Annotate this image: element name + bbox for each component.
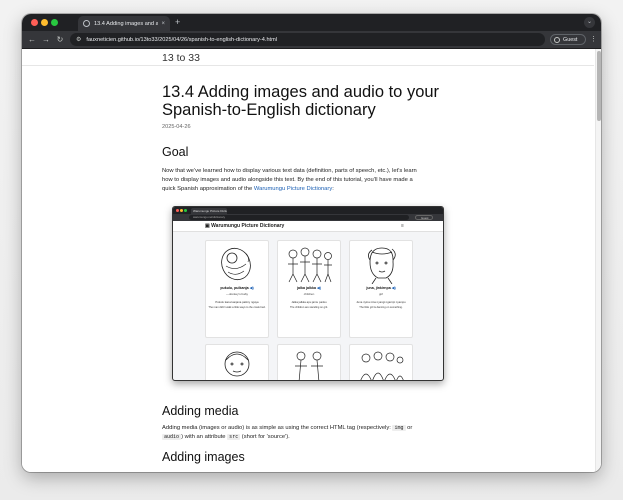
children-drawing-icon <box>288 247 332 283</box>
screenshot-app-bar: ▣ Warumungu Picture Dictionary ≡ <box>173 221 443 232</box>
adding-media-heading: Adding media <box>162 404 239 418</box>
page-scrollbar[interactable] <box>595 49 601 472</box>
card-example: Jalka jalkka apu jarnu panku <box>291 300 327 304</box>
card-word-text: juna, jinkirnpa <box>366 286 391 290</box>
reload-button[interactable]: ↻ <box>55 34 65 46</box>
girl-drawing-icon <box>368 247 396 284</box>
article: 13.4 Adding images and audio to your Spa… <box>162 83 457 381</box>
globe-icon <box>83 20 90 27</box>
post-date: 2025-04-26 <box>162 124 191 130</box>
code-src: src <box>227 434 241 440</box>
profile-label: Guest <box>563 36 578 43</box>
page-viewport: 13 to 33 13.4 Adding images and audio to… <box>22 49 601 472</box>
screenshot-light-green <box>184 209 187 212</box>
media-line-1: Adding media (images or audio) is as sim… <box>162 425 393 431</box>
goal-line-3-end: : <box>332 186 334 192</box>
page-title: 13.4 Adding images and audio to your Spa… <box>162 83 457 119</box>
screenshot-guest: Guest <box>415 215 433 220</box>
dictionary-card <box>349 344 413 380</box>
goal-line-3-text: quick Spanish approximation of the <box>162 186 254 192</box>
browser-window: 13.4 Adding images and aud × + ⌄ ← → ↻ ⚙… <box>22 14 601 472</box>
site-title-link[interactable]: 13 to 33 <box>162 52 200 64</box>
goal-paragraph: Now that we’ve learned how to display va… <box>162 167 457 194</box>
card-word-text: jalka jalkka <box>297 286 316 290</box>
dictionary-card <box>205 344 269 380</box>
dictionary-card: jalka jalkka ◀) children Jalka jalkka ap… <box>277 240 341 338</box>
url-text[interactable]: fauxneticien.github.io/13to33/2025/04/26… <box>86 37 277 43</box>
tab-search-button[interactable]: ⌄ <box>584 17 595 28</box>
boy-drawing-icon <box>224 351 250 377</box>
dictionary-card: pukulu, pulkanja ◀) —donkey's baby Pukul… <box>205 240 269 338</box>
card-word: jalka jalkka ◀) <box>278 286 340 290</box>
card-example-translation: The children are standing on grit. <box>290 306 328 309</box>
dictionary-card: juna, jinkirnpa ◀) girl Juna nyina nina … <box>349 240 413 338</box>
baby-drawing-icon <box>221 247 251 281</box>
goal-line-1: Now that we’ve learned how to display va… <box>162 168 417 174</box>
screenshot-app-title-text: Warumungu Picture Dictionary <box>211 223 285 229</box>
profile-button[interactable]: Guest <box>550 34 586 45</box>
forward-button[interactable]: → <box>41 34 51 46</box>
card-word-text: pukulu, pulkanja <box>220 286 249 290</box>
person-icon <box>554 36 560 43</box>
adding-media-section: Adding media Adding media (images or aud… <box>162 404 462 464</box>
scrollbar-thumb[interactable] <box>597 51 601 121</box>
screenshot-app-title: ▣ Warumungu Picture Dictionary <box>205 223 284 229</box>
card-example: Pukulu kana kanjana pakiny ngaya <box>215 300 259 304</box>
card-gloss: children <box>303 292 315 296</box>
card-word: pukulu, pulkanja ◀) <box>206 286 268 290</box>
tab-title: 13.4 Adding images and aud <box>94 20 159 27</box>
desktop-background: 13.4 Adding images and aud × + ⌄ ← → ↻ ⚙… <box>0 0 623 500</box>
dictionary-card <box>277 344 341 380</box>
media-line-2-end: (short for 'source'). <box>240 434 290 440</box>
screenshot-tab-strip: Warumungu Picture Dictionary <box>173 207 443 214</box>
adding-media-paragraph: Adding media (images or audio) is as sim… <box>162 424 462 442</box>
browser-toolbar: ← → ↻ ⚙ fauxneticien.github.io/13to33/20… <box>22 31 601 49</box>
goal-heading: Goal <box>162 145 189 159</box>
hamburger-icon: ≡ <box>401 223 404 229</box>
browser-tab-active[interactable]: 13.4 Adding images and aud × <box>78 16 170 31</box>
media-line-1-or: or <box>405 425 413 431</box>
tab-strip: 13.4 Adding images and aud × + ⌄ <box>22 14 601 31</box>
card-gloss: girl <box>378 292 383 296</box>
site-settings-icon[interactable]: ⚙ <box>76 36 81 43</box>
address-bar[interactable]: ⚙ fauxneticien.github.io/13to33/2025/04/… <box>70 33 545 46</box>
window-maximize-button[interactable] <box>51 19 58 26</box>
card-gloss: —donkey's baby <box>225 292 249 296</box>
family-drawing-icon <box>360 351 404 380</box>
new-tab-button[interactable]: + <box>175 16 180 28</box>
warumungu-dictionary-link[interactable]: Warumungu Picture Dictionary <box>254 186 332 192</box>
browser-menu-button[interactable]: ⋮ <box>590 34 597 45</box>
screenshot-light-yellow <box>180 209 183 212</box>
card-example: Juna nyina nina nyangi ngarnpi nyampu <box>356 300 406 304</box>
adults-drawing-icon <box>295 351 323 380</box>
close-icon[interactable]: × <box>161 21 165 27</box>
page-title-line-2: Spanish-to-English dictionary <box>162 101 376 119</box>
goal-line-2: how to display images and audio alongsid… <box>162 177 413 183</box>
card-example-translation: The little girl is dancing on something. <box>359 306 403 309</box>
page-title-line-1: 13.4 Adding images and audio to your <box>162 83 440 101</box>
screenshot-card-grid: pukulu, pulkanja ◀) —donkey's baby Pukul… <box>205 240 415 380</box>
adding-images-heading: Adding images <box>162 450 245 464</box>
speaker-icon: ◀) <box>249 286 254 290</box>
screenshot-toolbar: warumungu.net/dictionary Guest <box>173 214 443 221</box>
dictionary-screenshot-image: Warumungu Picture Dictionary warumungu.n… <box>172 206 444 381</box>
window-minimize-button[interactable] <box>41 19 48 26</box>
code-audio: audio <box>162 434 182 440</box>
speaker-icon: ◀) <box>391 286 396 290</box>
speaker-icon: ◀) <box>317 286 321 290</box>
card-example-translation: The man didn't walk a little ways to the… <box>208 306 266 309</box>
window-close-button[interactable] <box>31 19 38 26</box>
code-img: img <box>392 425 406 431</box>
media-line-2-mid: ) with an attribute <box>181 434 228 440</box>
card-word: juna, jinkirnpa ◀) <box>350 286 412 290</box>
screenshot-light-red <box>176 209 179 212</box>
site-header: 13 to 33 <box>22 49 594 66</box>
back-button[interactable]: ← <box>27 34 37 46</box>
screenshot-url: warumungu.net/dictionary <box>189 215 409 220</box>
